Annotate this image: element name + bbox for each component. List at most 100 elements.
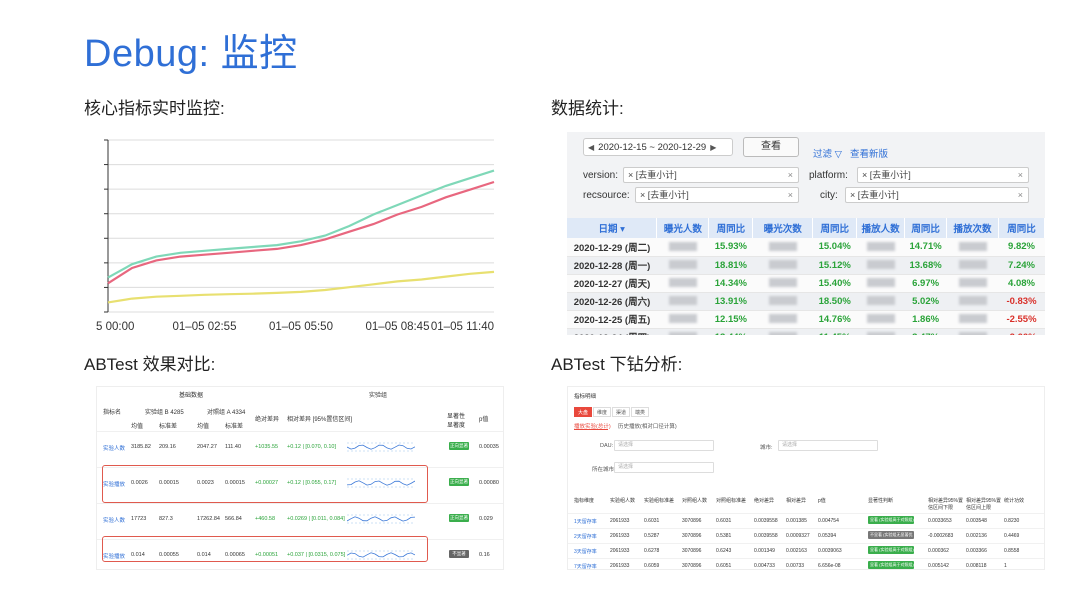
masked-cell: [946, 310, 999, 329]
highlight-box: [102, 465, 428, 503]
query-button[interactable]: 查看: [743, 137, 799, 157]
drill-cell: 0.000362: [928, 548, 949, 554]
stats-row: 2020-12-24 (周四) 13.44% 11.45% 3.47% -2.66%: [567, 328, 1045, 335]
masked-cell: [656, 256, 709, 275]
drill-cell: 0.003548: [966, 518, 987, 524]
city-select[interactable]: 请选择: [778, 440, 878, 451]
ab-metric-link[interactable]: 实验人数: [103, 444, 125, 452]
platform-label: platform:: [809, 170, 848, 181]
drill-col-header: p值: [818, 498, 826, 504]
version-filter-tag[interactable]: × [去重小计]: [628, 170, 677, 180]
stats-date-cell: 2020-12-27 (周天): [567, 274, 657, 293]
masked-value: [958, 278, 987, 288]
platform-filter-tag[interactable]: × [去重小计]: [862, 170, 911, 180]
stats-wow-cell: 7.24%: [998, 256, 1045, 275]
drill-cell: 2061933: [610, 548, 630, 554]
drill-cell: 0.002136: [966, 533, 987, 539]
drill-cell: 3070896: [682, 533, 702, 539]
series-line-1: [107, 169, 495, 279]
masked-value: [768, 242, 797, 252]
ab-cell: 0.16: [479, 552, 490, 558]
masked-value: [768, 296, 797, 306]
stats-row: 2020-12-25 (周五) 12.15% 14.76% 1.86% -2.55%: [567, 310, 1045, 329]
drill-cell: 0.004733: [754, 563, 775, 569]
masked-cell: [856, 328, 905, 335]
date-range-text: 2020-12-15 ~ 2020-12-29: [598, 141, 707, 153]
ab-cell: 209.16: [159, 444, 176, 450]
city-label: city:: [820, 190, 838, 201]
city-label: 城市:: [760, 445, 773, 451]
clear-icon[interactable]: ×: [1018, 188, 1023, 202]
platform-filter-input[interactable]: × [去重小计] ×: [857, 167, 1029, 183]
drill-cell: 0.00733: [786, 563, 805, 569]
clear-icon[interactable]: ×: [788, 188, 793, 202]
ab-cell: 3185.82: [131, 444, 151, 450]
drill-cell: 0.6051: [716, 563, 732, 569]
masked-value: [668, 296, 697, 306]
drill-significance-badge: 不显著 (实验组无显著优于对照组): [868, 531, 914, 545]
region-select[interactable]: 请选择: [614, 462, 714, 473]
tab-channel[interactable]: 渠道: [612, 407, 630, 417]
new-version-link[interactable]: 查看新版: [850, 146, 888, 160]
dau-label: DAU:: [600, 443, 614, 449]
masked-cell: [752, 292, 813, 311]
ab-cell: +0.0269 | [0.011, 0.084]: [287, 516, 345, 522]
drill-metric-link[interactable]: 2天留存率: [574, 533, 597, 540]
tab-platform[interactable]: 端类: [631, 407, 649, 417]
drill-metric-link[interactable]: 1天留存率: [574, 518, 597, 525]
stats-row: 2020-12-28 (周一) 18.81% 15.12% 13.68% 7.24%: [567, 256, 1045, 275]
masked-cell: [856, 292, 905, 311]
ab-table-row: 实验人数 3185.82 209.16 2047.27 111.40 +1035.55 +0…: [97, 431, 503, 461]
tab-overall[interactable]: 大盘: [574, 407, 592, 417]
chevron-left-icon[interactable]: ◀: [588, 143, 594, 152]
section-abtest-title: ABTest 效果对比:: [84, 355, 216, 374]
x-tick-label: 01–05 11:40: [431, 321, 494, 333]
masked-cell: [752, 238, 813, 257]
stats-wow-cell: 3.47%: [904, 328, 947, 335]
drill-metric-link[interactable]: 3天留存率: [574, 548, 597, 555]
abtest-compare-panel: 基础数据 实验组 指标名 实验组 B 4285 对照组 A 4334 均值 标准…: [96, 386, 504, 570]
recsource-filter-input[interactable]: × [去重小计] ×: [635, 187, 799, 203]
drill-cell: 0.004754: [818, 518, 839, 524]
col-date[interactable]: 日期 ▾: [567, 218, 658, 238]
stats-wow-cell: 14.76%: [812, 310, 857, 329]
drill-cell: 0.6031: [716, 518, 732, 524]
stats-wow-cell: 18.81%: [708, 256, 753, 275]
version-filter-input[interactable]: × [去重小计] ×: [623, 167, 799, 183]
clear-icon[interactable]: ×: [788, 168, 793, 182]
stats-wow-cell: -0.83%: [998, 292, 1045, 311]
ab-col-significant: 显著性显著度: [447, 414, 466, 429]
ab-col-pvalue: p值: [479, 417, 489, 423]
stats-row: 2020-12-27 (周天) 14.34% 15.40% 6.97% 4.08%: [567, 274, 1045, 293]
dau-select[interactable]: 请选择: [614, 440, 714, 451]
recsource-filter-tag[interactable]: × [去重小计]: [640, 190, 689, 200]
drill-cell: 0.008118: [966, 563, 987, 569]
filter-link[interactable]: 过滤 ▽: [813, 146, 842, 160]
stats-wow-cell: 18.50%: [812, 292, 857, 311]
drill-cell: 0.5287: [644, 533, 660, 539]
drill-metric-link[interactable]: 7天留存率: [574, 563, 597, 569]
subtab-history[interactable]: 历史播放(相对口径计算): [618, 422, 677, 430]
ab-metric-link[interactable]: 实验人数: [103, 516, 125, 524]
drill-significance-badge: 显著 (实验组高于对照组): [868, 516, 914, 524]
tab-dimension[interactable]: 维度: [593, 407, 611, 417]
drill-cell: 2061933: [610, 563, 630, 569]
masked-cell: [752, 328, 813, 335]
col-wow-3: 周同比: [904, 218, 948, 238]
city-filter-tag[interactable]: × [去重小计]: [850, 190, 899, 200]
masked-value: [866, 314, 895, 324]
chevron-right-icon[interactable]: ▶: [710, 143, 716, 152]
drill-cell: 0.0039558: [754, 518, 778, 524]
drill-cell: 0.6059: [644, 563, 660, 569]
masked-value: [866, 278, 895, 288]
drill-cell: 3070896: [682, 563, 702, 569]
drill-cell: 0.002163: [786, 548, 807, 554]
city-filter-input[interactable]: × [去重小计] ×: [845, 187, 1029, 203]
stats-wow-cell: 13.91%: [708, 292, 753, 311]
date-range-picker[interactable]: ◀ 2020-12-15 ~ 2020-12-29 ▶: [583, 138, 733, 156]
stats-table: 日期 ▾ 曝光人数 周同比 曝光次数 周同比 播放人数 周同比 播放次数 周同比…: [567, 218, 1045, 335]
clear-icon[interactable]: ×: [1018, 168, 1023, 182]
significance-badge: 正向显著: [449, 478, 469, 486]
stats-wow-cell: -2.55%: [998, 310, 1045, 329]
drill-cell: 0.003366: [966, 548, 987, 554]
